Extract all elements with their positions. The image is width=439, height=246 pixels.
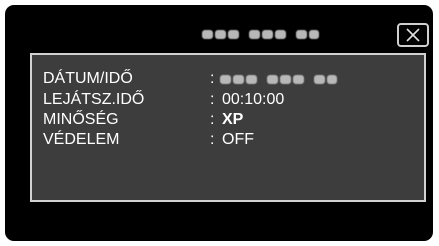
- redaction-block: [275, 30, 286, 39]
- redaction-block: [262, 30, 273, 39]
- info-value: OFF: [222, 131, 254, 148]
- redaction-block: [233, 75, 244, 84]
- info-colon: :: [210, 91, 215, 108]
- redaction-block: [293, 75, 304, 84]
- close-button[interactable]: [397, 23, 429, 47]
- info-label: VÉDELEM: [43, 131, 120, 148]
- date-value-redacted: [220, 75, 337, 84]
- info-value: XP: [222, 111, 244, 128]
- header-title-redacted: [202, 30, 319, 39]
- redaction-block: [249, 30, 260, 39]
- screen: DÁTUM/IDŐ : LEJÁTSZ.IDŐ : 00:10:00 MINŐS…: [5, 5, 433, 241]
- redaction-block: [309, 30, 319, 39]
- redaction-block: [215, 30, 226, 39]
- redaction-block: [220, 75, 231, 84]
- redaction-block: [202, 30, 213, 39]
- info-label: LEJÁTSZ.IDŐ: [43, 91, 145, 108]
- info-panel: DÁTUM/IDŐ : LEJÁTSZ.IDŐ : 00:10:00 MINŐS…: [30, 53, 426, 202]
- redaction-block: [296, 30, 307, 39]
- close-icon: [406, 28, 420, 42]
- redaction-block: [228, 30, 239, 39]
- redaction-block: [280, 75, 291, 84]
- redaction-block: [267, 75, 278, 84]
- info-colon: :: [210, 111, 215, 128]
- info-colon: :: [210, 70, 215, 87]
- redaction-block: [314, 75, 325, 84]
- info-label: MINŐSÉG: [43, 111, 119, 128]
- redaction-block: [327, 75, 337, 84]
- redaction-block: [246, 75, 257, 84]
- info-colon: :: [210, 131, 215, 148]
- info-value: 00:10:00: [222, 91, 285, 108]
- info-label: DÁTUM/IDŐ: [43, 70, 133, 87]
